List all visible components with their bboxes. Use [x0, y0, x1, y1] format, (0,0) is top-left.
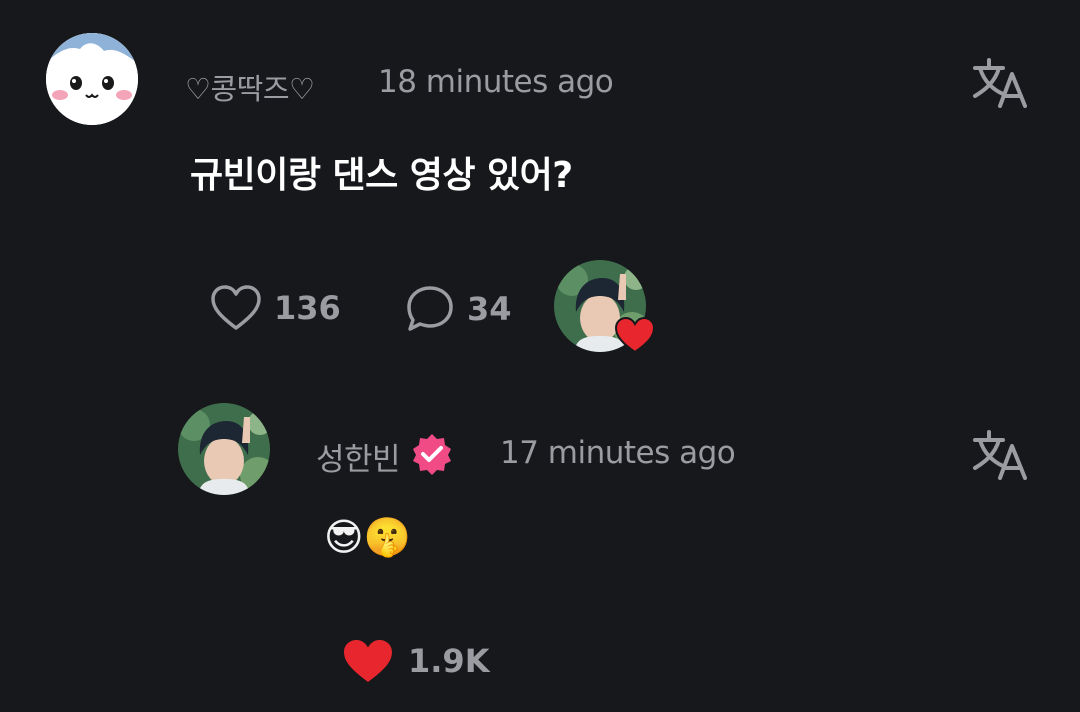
- reply-timestamp: 17 minutes ago: [500, 435, 736, 471]
- commenter-avatar[interactable]: [46, 33, 138, 125]
- reply-author-avatar[interactable]: [178, 403, 270, 495]
- reply-body: 😎🤫: [324, 515, 411, 559]
- reply-like-button[interactable]: 1.9K: [342, 638, 489, 684]
- comment-like-count: 136: [274, 289, 341, 327]
- artist-heart-icon: [614, 316, 656, 354]
- comment-body: 규빈이랑 댄스 영상 있어?: [190, 155, 573, 196]
- comment-timestamp: 18 minutes ago: [378, 64, 614, 100]
- heart-outline-icon: [211, 285, 261, 330]
- commenter-username[interactable]: ♡콩딱즈♡: [185, 66, 315, 108]
- reply-author-username[interactable]: 성한빈: [316, 434, 401, 479]
- translate-icon[interactable]: [972, 56, 1028, 108]
- verified-badge-icon: [410, 432, 454, 476]
- comment-like-button[interactable]: 136: [210, 284, 341, 332]
- reply-like-count: 1.9K: [408, 642, 490, 680]
- speech-bubble-icon: [407, 286, 453, 331]
- translate-icon[interactable]: [972, 428, 1028, 480]
- comment-reply-button[interactable]: 34: [405, 284, 512, 334]
- heart-filled-icon: [344, 640, 392, 682]
- comment-reply-count: 34: [467, 290, 512, 328]
